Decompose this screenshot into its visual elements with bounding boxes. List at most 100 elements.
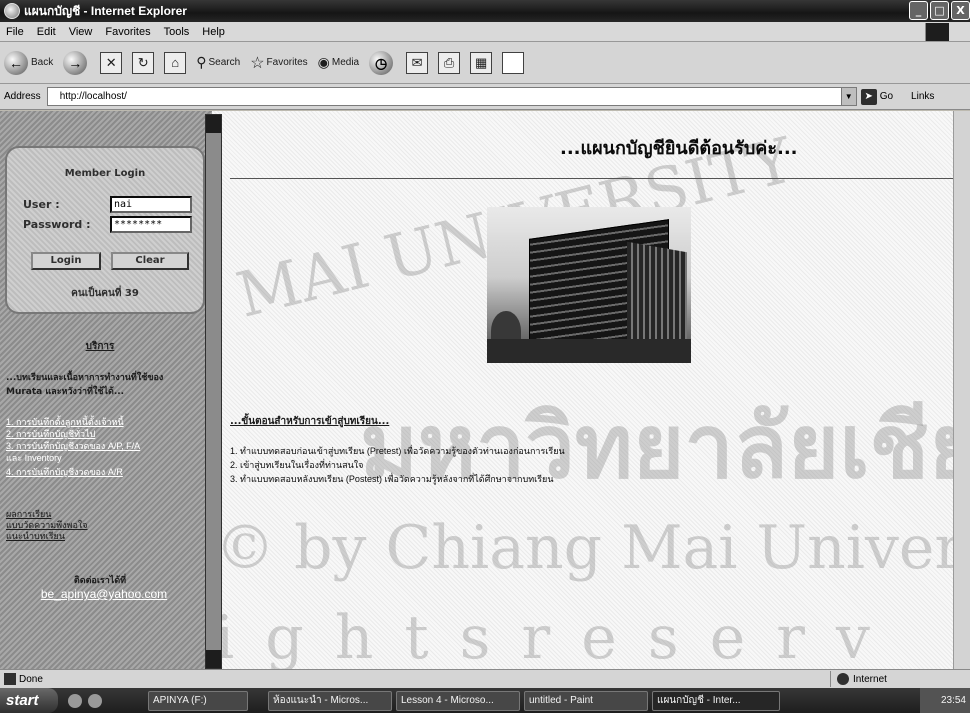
sidebar-link-4[interactable]: 4. การบันทึกบัญชีงวดของ A/R [6, 467, 123, 478]
zone-label: Internet [853, 673, 887, 685]
links-label[interactable]: Links [911, 91, 934, 102]
toolbar: ← Back → ✕ ↻ ⌂ ⚲ Search ☆ Favorites ◉ Me… [0, 42, 970, 84]
building-side-shape [627, 241, 687, 353]
user-label: User : [23, 198, 60, 211]
star-icon: ☆ [250, 54, 265, 72]
media-icon: ◉ [317, 54, 330, 70]
discuss-icon [502, 51, 525, 74]
print-button[interactable]: ⎙ [438, 51, 461, 74]
taskbar-item[interactable]: Lesson 4 - Microso... [396, 690, 520, 711]
address-label: Address [4, 91, 41, 102]
ground-shape [487, 339, 691, 363]
status-bar: Done Internet [0, 669, 970, 688]
home-icon: ⌂ [164, 51, 187, 74]
sidebar-link-results[interactable]: ผลการเรียน [6, 509, 51, 520]
security-zone: Internet [830, 671, 887, 687]
menu-bar: File Edit View Favorites Tools Help [0, 22, 970, 42]
minimize-button[interactable]: _ [909, 1, 928, 20]
menu-title: บริการ [85, 341, 115, 352]
stop-icon: ✕ [100, 51, 123, 74]
quick-launch [68, 693, 118, 708]
login-title: Member Login [64, 168, 146, 179]
scroll-up-icon[interactable] [206, 115, 221, 133]
maximize-button[interactable]: □ [930, 1, 949, 20]
close-button[interactable]: X [951, 1, 970, 20]
internet-explorer-icon [4, 3, 20, 19]
sidebar-scrollbar[interactable] [205, 114, 222, 669]
address-input[interactable]: http://localhost/ ▼ [46, 87, 857, 106]
window-controls: _ □ X [909, 1, 970, 20]
address-bar: Address http://localhost/ ▼ ➤ Go Links [0, 84, 970, 110]
welcome-heading: ...แผนกบัญชียินดีต้อนรับค่ะ... [560, 138, 798, 159]
media-button[interactable]: ◉ Media [318, 54, 359, 71]
stop-button[interactable]: ✕ [100, 51, 123, 74]
sidebar-link-intro[interactable]: แนะนำบทเรียน [6, 531, 65, 542]
taskbar-item[interactable]: APINYA (F:) [148, 690, 248, 711]
history-button[interactable]: ◷ [369, 50, 396, 75]
divider [230, 178, 958, 179]
go-label: Go [879, 91, 894, 102]
contact-email-link[interactable]: be_apinya@yahoo.com [6, 587, 202, 601]
windows-flag-icon [925, 23, 949, 41]
menu-edit[interactable]: Edit [37, 26, 56, 38]
address-url: http://localhost/ [59, 91, 127, 102]
sidebar-link-survey[interactable]: แบบวัดความพึงพอใจ [6, 520, 88, 531]
system-tray: 23:54 [920, 688, 970, 713]
menu-tools[interactable]: Tools [164, 26, 190, 38]
favorites-label: Favorites [266, 57, 308, 68]
step-1: 1. ทำแบบทดสอบก่อนเข้าสู่บทเรียน (Pretest… [230, 446, 565, 456]
media-label: Media [331, 57, 360, 68]
status-text: Done [19, 673, 43, 685]
back-button[interactable]: ← Back [4, 50, 53, 75]
sidebar-link-1[interactable]: 1. การบันทึกตั้งลูกหนี้ตั้งเจ้าหนี้ [6, 417, 124, 428]
mail-button[interactable]: ✉ [406, 51, 429, 74]
menu-help[interactable]: Help [202, 26, 225, 38]
search-button[interactable]: ⚲ Search [196, 54, 240, 71]
home-button[interactable]: ⌂ [164, 51, 187, 74]
chevron-down-icon[interactable]: ▼ [840, 88, 856, 105]
taskbar-item[interactable]: untitled - Paint [524, 690, 648, 711]
user-input[interactable]: nai [110, 196, 192, 213]
refresh-icon: ↻ [132, 51, 155, 74]
taskbar-item[interactable]: ห้องแนะนำ - Micros... [268, 690, 392, 711]
forward-arrow-icon: → [63, 50, 88, 75]
search-icon: ⚲ [196, 54, 207, 70]
steps-title: ...ขั้นตอนสำหรับการเข้าสู่บทเรียน... [230, 416, 390, 427]
page-scrollbar[interactable] [953, 111, 970, 669]
building-photo [487, 207, 691, 363]
globe-icon [837, 673, 849, 685]
window-titlebar: แผนกบัญชี - Internet Explorer _ □ X [0, 0, 970, 22]
refresh-button[interactable]: ↻ [132, 51, 155, 74]
menu-description: ...บทเรียนและเนื้อหาการทำงานที่ใช้ของ Mu… [6, 373, 164, 397]
menu-view[interactable]: View [69, 26, 93, 38]
password-label: Password : [23, 218, 91, 231]
quick-launch-icon[interactable] [88, 693, 102, 708]
menu-favorites[interactable]: Favorites [105, 26, 150, 38]
watermark-line-4: i g h t s r e s e r v [215, 603, 876, 669]
discuss-button[interactable] [502, 51, 525, 74]
password-input[interactable]: ******** [110, 216, 192, 233]
step-2: 2. เข้าสู่บทเรียนในเรื่องที่ท่านสนใจ [230, 460, 364, 470]
visitor-count: คนเป็นคนที่ 39 [71, 288, 139, 299]
favorites-button[interactable]: ☆ Favorites [250, 53, 307, 73]
step-3: 3. ทำแบบทดสอบหลังบทเรียน (Postest) เพื่อ… [230, 474, 554, 484]
go-button[interactable]: ➤ Go [860, 88, 894, 105]
taskbar: start APINYA (F:) ห้องแนะนำ - Micros... … [0, 688, 970, 713]
sidebar-link-3-cont[interactable]: และ Inventory [6, 453, 62, 464]
sidebar-link-3[interactable]: 3. การบันทึกบัญชีงวดของ A/P, F/A [6, 441, 140, 452]
clear-button[interactable]: Clear [111, 252, 189, 270]
forward-button[interactable]: → [63, 50, 90, 75]
login-button[interactable]: Login [31, 252, 101, 270]
edit-button[interactable]: ▦ [470, 51, 493, 74]
quick-launch-icon[interactable] [68, 693, 82, 708]
sidebar-link-2[interactable]: 2. การบันทึกบัญชีทั่วไป [6, 429, 95, 440]
page-icon [4, 673, 16, 685]
printer-icon: ⎙ [438, 51, 461, 74]
scroll-down-icon[interactable] [206, 650, 221, 668]
taskbar-item-active[interactable]: แผนกบัญชี - Inter... [652, 690, 780, 711]
login-box: Member Login User : nai Password : *****… [5, 146, 205, 314]
start-button[interactable]: start [0, 688, 58, 713]
search-label: Search [208, 57, 241, 68]
menu-file[interactable]: File [6, 26, 24, 38]
contact-title: ติดต่อเราได้ที่ [73, 576, 127, 586]
